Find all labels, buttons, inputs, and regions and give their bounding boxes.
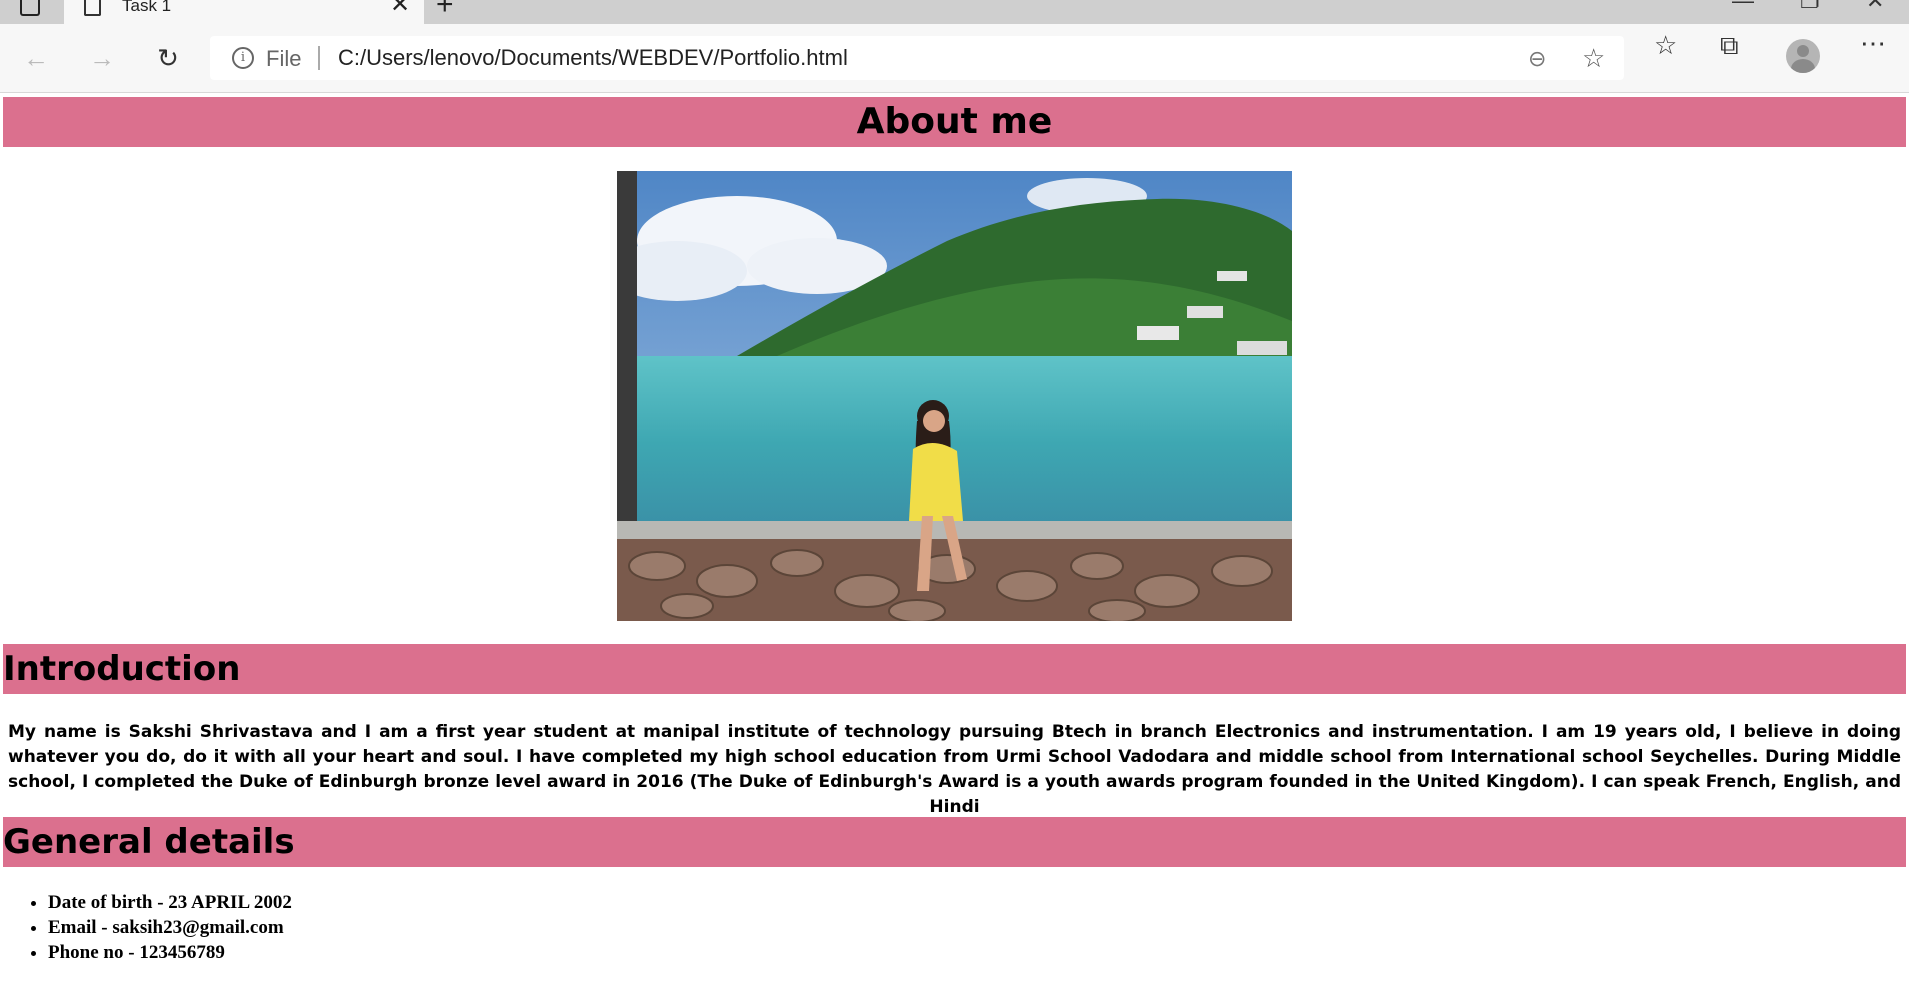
info-icon[interactable]: i	[232, 47, 254, 69]
page-icon	[84, 0, 101, 16]
address-separator	[318, 46, 320, 70]
collections-icon[interactable]: ⧉	[1720, 30, 1739, 62]
details-list: Date of birth - 23 APRIL 2002 Email - sa…	[0, 890, 292, 965]
profile-photo	[617, 171, 1292, 621]
tab-actions[interactable]	[0, 0, 62, 24]
back-icon[interactable]: ←	[18, 40, 54, 76]
avatar-head	[1797, 45, 1809, 57]
more-icon[interactable]: ⋯	[1860, 28, 1886, 59]
profile-icon[interactable]	[1786, 39, 1820, 73]
introduction-heading: Introduction	[3, 644, 1906, 694]
tab-strip: Task 1 ✕ + — ❐ ✕	[0, 0, 1909, 24]
tab-title: Task 1	[122, 0, 172, 15]
address-bar[interactable]: i File C:/Users/lenovo/Documents/WEBDEV/…	[210, 36, 1624, 80]
favorites-icon[interactable]: ☆	[1654, 30, 1677, 61]
tab-actions-icon[interactable]	[20, 0, 40, 16]
window-close-icon[interactable]: ✕	[1866, 0, 1884, 14]
add-favorite-icon[interactable]: ☆	[1582, 43, 1605, 74]
avatar-body	[1791, 59, 1815, 73]
detail-phone: Phone no - 123456789	[48, 940, 292, 965]
url-text[interactable]: C:/Users/lenovo/Documents/WEBDEV/Portfol…	[338, 45, 848, 71]
general-details-heading: General details	[3, 817, 1906, 867]
new-tab-button[interactable]: +	[436, 0, 454, 22]
active-tab[interactable]: Task 1 ✕	[64, 0, 424, 24]
about-heading: About me	[3, 97, 1906, 147]
close-tab-icon[interactable]: ✕	[390, 0, 410, 19]
zoom-out-icon[interactable]: ⊖	[1528, 46, 1546, 72]
browser-toolbar: ← → ↻ i File C:/Users/lenovo/Documents/W…	[0, 24, 1909, 93]
minimize-icon[interactable]: —	[1732, 0, 1754, 14]
detail-email: Email - saksih23@gmail.com	[48, 915, 292, 940]
refresh-icon[interactable]: ↻	[150, 40, 186, 76]
introduction-text: My name is Sakshi Shrivastava and I am a…	[8, 722, 1901, 817]
forward-icon[interactable]: →	[84, 40, 120, 76]
restore-icon[interactable]: ❐	[1800, 0, 1820, 14]
page-content: About me Introduction My name is Sakshi …	[0, 93, 1909, 982]
address-prefix: File	[266, 46, 302, 71]
detail-dob: Date of birth - 23 APRIL 2002	[48, 890, 292, 915]
